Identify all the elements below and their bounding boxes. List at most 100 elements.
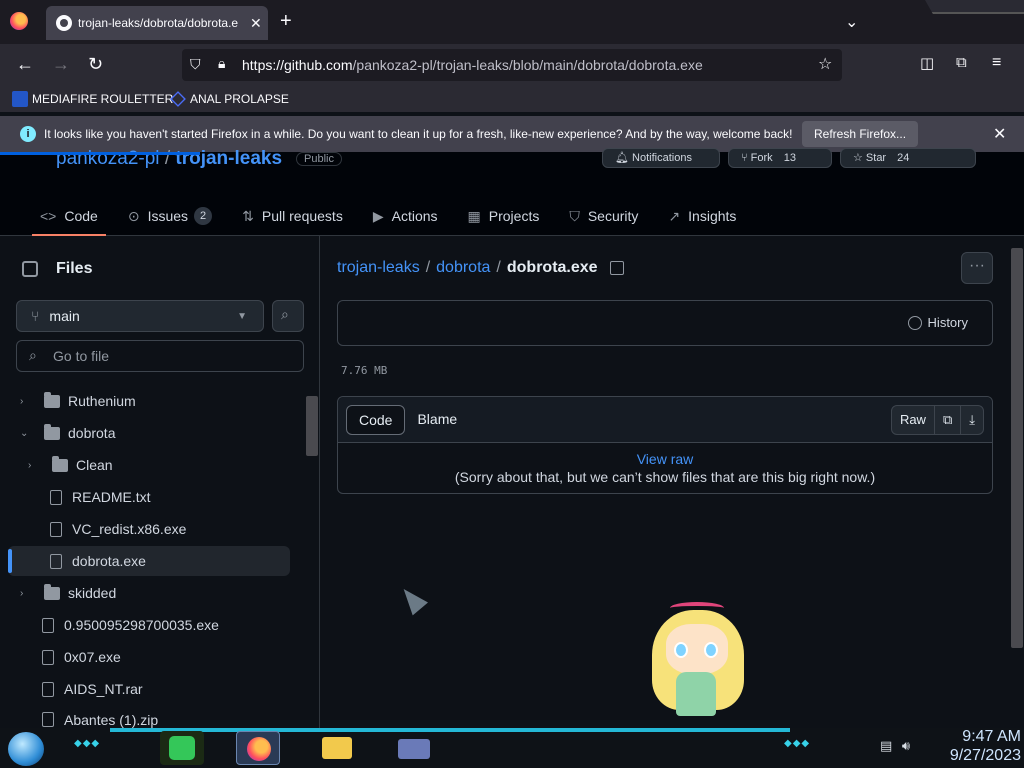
download-button[interactable]: ⤓: [961, 406, 983, 434]
history-label: History: [927, 315, 968, 330]
url-bar[interactable]: ⛉ 🔒︎ https://github.com/pankoza2-pl/troj…: [182, 49, 842, 81]
bookmark-label: ANAL PROLAPSE: [190, 92, 289, 106]
code-view-button[interactable]: Code: [346, 405, 406, 435]
bookmarks-toolbar: MEDIAFIRE ROULETTER ANAL PROLAPSE: [0, 86, 1024, 112]
browser-tab[interactable]: trojan-leaks/dobrota/dobrota.e ✕: [46, 6, 268, 40]
branch-icon: ⑂: [31, 308, 40, 324]
more-options-button[interactable]: ···: [961, 252, 993, 284]
tree-item[interactable]: VC_redist.x86.exe: [50, 514, 186, 544]
view-mode-toggle: Code Blame: [346, 405, 469, 435]
taskbar-decoration: ◆◆◆: [74, 738, 101, 749]
navigation-bar: ← → ↻ ⛉ 🔒︎ https://github.com/pankoza2-p…: [0, 44, 1024, 86]
file-icon: [50, 521, 62, 537]
file-too-big-message: (Sorry about that, but we can’t show fil…: [454, 469, 876, 485]
close-tab-icon[interactable]: ✕: [250, 15, 262, 32]
network-icon[interactable]: ▤: [880, 738, 892, 753]
breadcrumb-dir-link[interactable]: dobrota: [436, 259, 490, 277]
copy-raw-button[interactable]: ⧉: [935, 406, 962, 434]
tree-item[interactable]: AIDS_NT.rar: [42, 674, 143, 704]
refresh-firefox-button[interactable]: Refresh Firefox...: [802, 121, 919, 147]
window-icon: [398, 739, 430, 759]
extensions-icon[interactable]: ⧉: [956, 54, 967, 71]
tab-security[interactable]: ⛉ Security: [561, 196, 646, 236]
search-button[interactable]: ⌕: [272, 300, 304, 332]
notification-text: It looks like you haven't started Firefo…: [44, 127, 793, 141]
reload-button[interactable]: ↻: [88, 54, 103, 75]
tree-item[interactable]: Abantes (1).zip: [42, 706, 158, 728]
issues-counter: 2: [194, 207, 213, 225]
notes-app-icon[interactable]: [160, 731, 204, 765]
files-title: Files: [56, 260, 93, 277]
history-button[interactable]: History: [907, 315, 968, 330]
file-actions: Raw ⧉ ⤓: [890, 405, 984, 435]
files-header: Files: [22, 260, 92, 278]
tree-item-label: skidded: [68, 585, 117, 601]
bookmark-mediafire[interactable]: MEDIAFIRE ROULETTER: [12, 91, 173, 107]
info-icon: i: [20, 126, 36, 142]
raw-button[interactable]: Raw: [892, 406, 935, 434]
view-raw-link[interactable]: View raw: [338, 451, 992, 467]
tab-actions[interactable]: ▶ Actions: [365, 196, 446, 236]
tree-item-label: README.txt: [72, 489, 151, 505]
breadcrumb: trojan-leaks / dobrota / dobrota.exe: [337, 259, 624, 277]
desktop-mascot-overlay: [648, 600, 748, 724]
play-icon: ▶: [372, 207, 384, 224]
tree-item[interactable]: › Ruthenium: [20, 386, 136, 416]
start-button[interactable]: [8, 732, 44, 766]
page-scrollbar[interactable]: [1009, 236, 1024, 728]
notifications-button[interactable]: 🔔︎ Notifications: [602, 148, 720, 168]
list-tabs-button[interactable]: ⌄: [845, 12, 858, 32]
graph-icon: ↗: [668, 207, 681, 224]
download-icon: ⤓: [969, 412, 975, 427]
tab-pull-requests[interactable]: ⇅ Pull requests: [234, 196, 351, 236]
scrollbar-thumb[interactable]: [1011, 248, 1023, 648]
branch-selector[interactable]: ⑂ main ▼: [16, 300, 264, 332]
file-icon: [50, 553, 62, 569]
url-text[interactable]: https://github.com/pankoza2-pl/trojan-le…: [242, 57, 703, 73]
firefox-icon[interactable]: [10, 12, 28, 30]
notifications-label: Notifications: [632, 152, 692, 164]
clock-date[interactable]: 9/27/2023: [935, 747, 1021, 765]
tree-item[interactable]: README.txt: [50, 482, 151, 512]
lock-icon[interactable]: 🔒︎: [218, 55, 225, 72]
tree-item[interactable]: › skidded: [20, 578, 116, 608]
copy-icon: ⧉: [942, 412, 953, 427]
shield-icon[interactable]: ⛉: [190, 56, 201, 73]
new-tab-button[interactable]: +: [280, 10, 292, 33]
forward-button[interactable]: →: [52, 54, 70, 75]
repo-header: pankoza2-pl / trojan-leaks Public 🔔︎ Not…: [0, 148, 1024, 236]
sidebar-scrollbar[interactable]: [305, 396, 319, 736]
star-button[interactable]: ☆ Star 24: [840, 148, 976, 168]
tree-item[interactable]: 0x07.exe: [42, 642, 121, 672]
tree-item[interactable]: ⌄ dobrota: [20, 418, 115, 448]
menu-icon[interactable]: ≡: [992, 54, 1001, 72]
control-panel-icon[interactable]: [392, 731, 436, 765]
copy-path-icon[interactable]: [609, 261, 624, 275]
close-icon[interactable]: ✕: [993, 124, 1006, 144]
go-to-file-input[interactable]: ⌕ Go to file: [16, 340, 304, 372]
bookmark-second[interactable]: ANAL PROLAPSE: [170, 91, 289, 107]
tab-insights[interactable]: ↗ Insights: [660, 196, 744, 236]
firefox-taskbar-icon[interactable]: [236, 731, 280, 765]
file-icon: [42, 649, 54, 665]
fork-button[interactable]: ⑂ Fork 13: [728, 148, 832, 168]
pocket-icon[interactable]: ◫: [920, 54, 934, 72]
tab-issues[interactable]: ⊙ Issues 2: [120, 196, 220, 236]
clock-time[interactable]: 9:47 AM: [935, 728, 1021, 746]
blame-view-button[interactable]: Blame: [405, 405, 469, 435]
notes-icon: [169, 736, 195, 760]
scrollbar-thumb[interactable]: [306, 396, 318, 456]
breadcrumb-repo-link[interactable]: trojan-leaks: [337, 259, 420, 277]
tree-item-selected[interactable]: dobrota.exe: [50, 546, 146, 576]
shield-icon: ⛉: [569, 207, 580, 224]
volume-icon[interactable]: 🔊︎: [902, 738, 910, 753]
back-button[interactable]: ←: [16, 54, 34, 75]
tab-code[interactable]: <> Code: [32, 196, 106, 236]
tree-item-label: Abantes (1).zip: [64, 712, 159, 728]
tab-projects[interactable]: ▦ Projects: [460, 196, 548, 236]
file-explorer-icon[interactable]: [314, 731, 358, 765]
tree-item[interactable]: 0.950095298700035.exe: [42, 610, 219, 640]
bookmark-star-icon[interactable]: ☆: [818, 54, 832, 74]
collapse-panel-icon[interactable]: [22, 261, 38, 277]
tree-item[interactable]: › Clean: [28, 450, 113, 480]
